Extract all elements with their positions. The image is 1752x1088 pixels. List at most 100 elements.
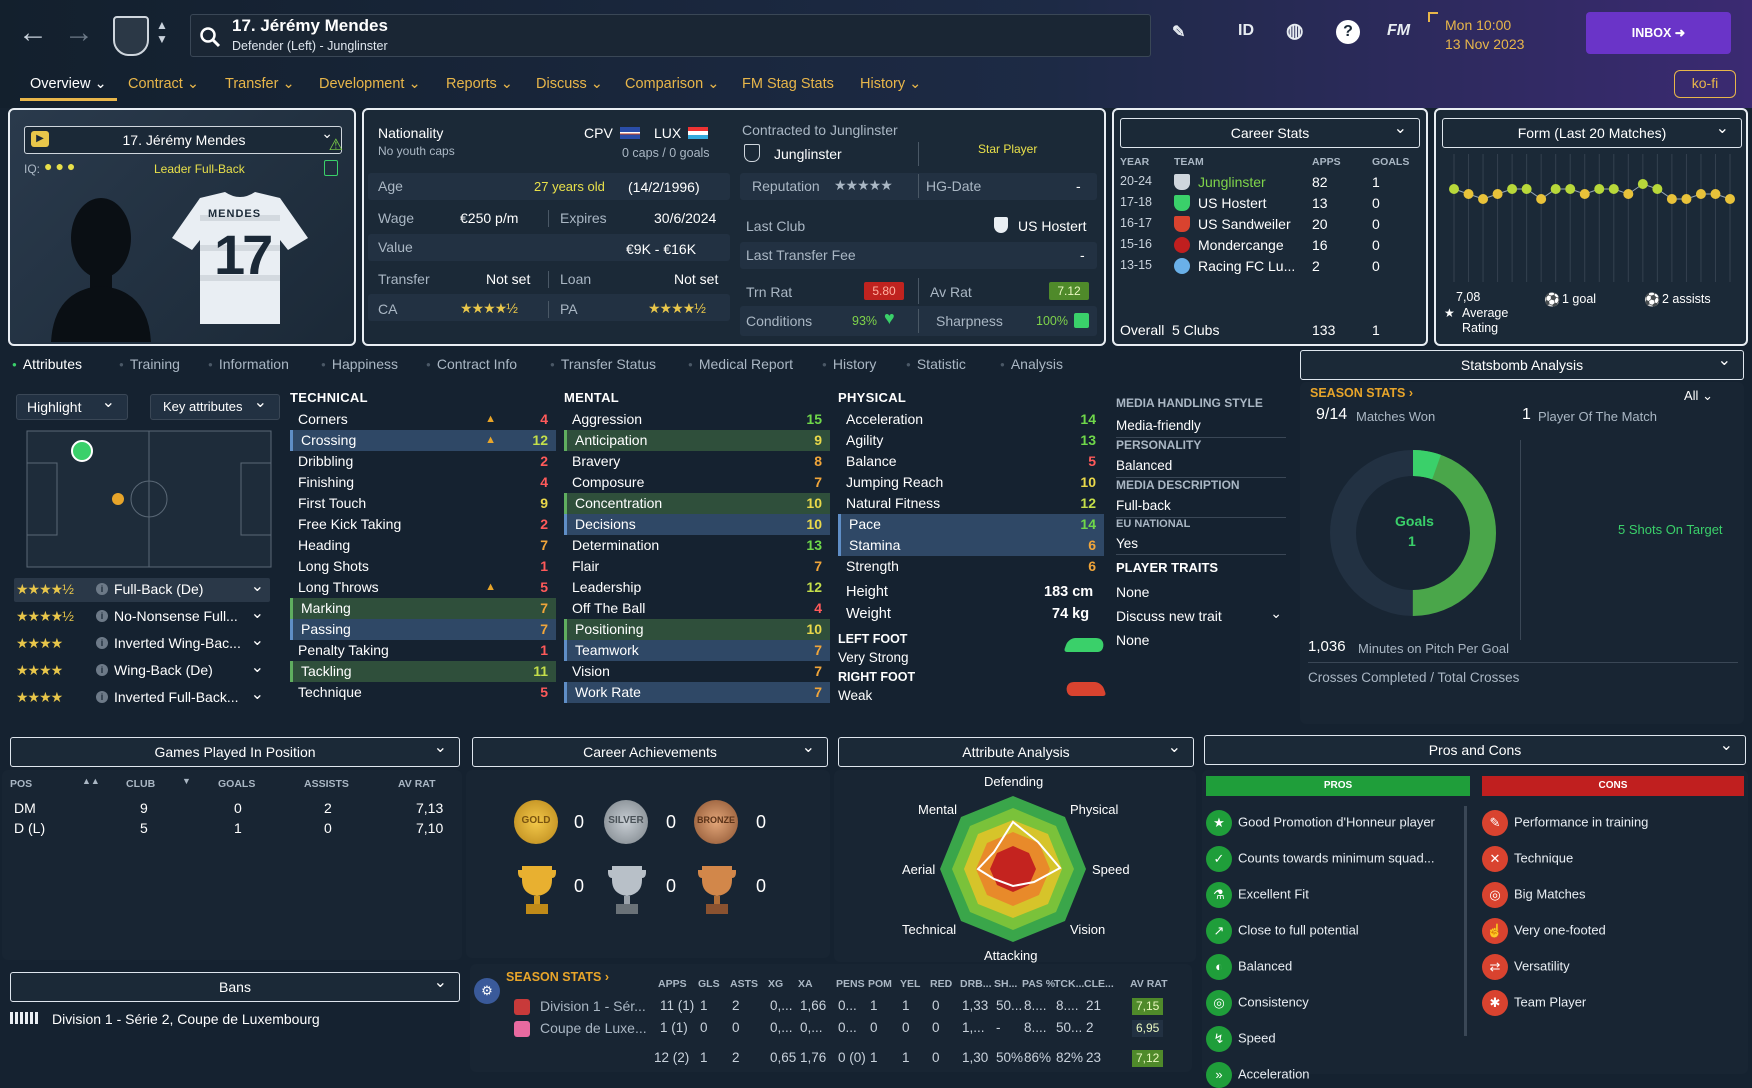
technical-attr-row[interactable]: Passing 7: [290, 619, 556, 640]
form-point[interactable]: [1652, 184, 1663, 194]
form-point[interactable]: [1594, 184, 1605, 194]
highlight-dropdown[interactable]: Highlight: [16, 391, 128, 420]
technical-attr-row[interactable]: Heading 7: [290, 535, 556, 556]
tab-comparison[interactable]: Comparison ⌄: [625, 76, 719, 92]
discuss-trait-dropdown[interactable]: Discuss new trait ⌄: [1116, 605, 1286, 624]
edit-icon[interactable]: ✎: [1172, 22, 1185, 42]
career-stats-dropdown[interactable]: Career Stats: [1120, 115, 1420, 148]
club-crest-icon[interactable]: [113, 16, 149, 56]
globe-icon[interactable]: ◍: [1286, 18, 1303, 43]
physical-attr-row[interactable]: Pace 14: [838, 514, 1104, 535]
role-row[interactable]: ★★★★ i Inverted Wing-Bac... ⌄: [14, 632, 270, 656]
form-point[interactable]: [1695, 189, 1706, 199]
role-row[interactable]: ★★★★½ i Full-Back (De) ⌄: [14, 578, 270, 602]
key-attributes-dropdown[interactable]: Key attributes: [150, 391, 280, 420]
physical-attr-row[interactable]: Jumping Reach 10: [838, 472, 1104, 493]
tab-contract-info[interactable]: Contract Info: [426, 356, 517, 372]
pros-cons-dropdown[interactable]: Pros and Cons: [1204, 732, 1746, 765]
form-point[interactable]: [1710, 189, 1721, 199]
technical-attr-row[interactable]: Crossing ▲ 12: [290, 430, 556, 451]
mental-attr-row[interactable]: Anticipation 9: [564, 430, 830, 451]
career-team[interactable]: Racing FC Lu...: [1198, 258, 1295, 274]
technical-attr-row[interactable]: First Touch 9: [290, 493, 556, 514]
form-point[interactable]: [1478, 194, 1489, 204]
mental-attr-row[interactable]: Leadership 12: [564, 577, 830, 598]
tab-transfer[interactable]: Transfer ⌄: [225, 76, 295, 92]
info-icon[interactable]: i: [96, 637, 108, 649]
scrollbar[interactable]: [1464, 806, 1467, 1036]
tab-reports[interactable]: Reports ⌄: [446, 76, 513, 92]
sort-down-icon[interactable]: ▼: [182, 776, 191, 786]
form-point[interactable]: [1521, 184, 1532, 194]
tab-fm-stag-stats[interactable]: FM Stag Stats: [742, 76, 834, 92]
competition-name[interactable]: Division 1 - Sér...: [540, 998, 646, 1014]
form-point[interactable]: [1550, 184, 1561, 194]
kofi-button[interactable]: ko-fi: [1674, 70, 1736, 98]
physical-attr-row[interactable]: Agility 13: [838, 430, 1104, 451]
physical-attr-row[interactable]: Strength 6: [838, 556, 1104, 577]
form-point[interactable]: [1608, 184, 1619, 194]
club-name[interactable]: Junglinster: [774, 146, 842, 162]
form-point[interactable]: [1681, 194, 1692, 204]
mental-attr-row[interactable]: Teamwork 7: [564, 640, 830, 661]
tab-statistic[interactable]: Statistic: [906, 356, 966, 372]
career-team[interactable]: US Sandweiler: [1198, 216, 1291, 232]
form-point[interactable]: [1579, 189, 1590, 199]
info-icon[interactable]: i: [96, 691, 108, 703]
role-row[interactable]: ★★★★ i Inverted Full-Back... ⌄: [14, 686, 270, 710]
tab-transfer-status[interactable]: Transfer Status: [550, 356, 656, 372]
info-icon[interactable]: i: [96, 583, 108, 595]
physical-attr-row[interactable]: Natural Fitness 12: [838, 493, 1104, 514]
info-icon[interactable]: i: [96, 664, 108, 676]
bans-dropdown[interactable]: Bans: [10, 969, 460, 1002]
technical-attr-row[interactable]: Marking 7: [290, 598, 556, 619]
career-team[interactable]: US Hostert: [1198, 195, 1266, 211]
technical-attr-row[interactable]: Technique 5: [290, 682, 556, 703]
tab-attributes[interactable]: Attributes: [12, 356, 82, 372]
statsbomb-dropdown[interactable]: Statsbomb Analysis: [1300, 347, 1744, 380]
back-arrow-icon[interactable]: ←: [16, 14, 50, 54]
tab-information[interactable]: Information: [208, 356, 289, 372]
fm-icon[interactable]: FM: [1387, 22, 1410, 40]
physical-attr-row[interactable]: Balance 5: [838, 451, 1104, 472]
tab-happiness[interactable]: Happiness: [321, 356, 398, 372]
technical-attr-row[interactable]: Corners ▲ 4: [290, 409, 556, 430]
achievements-dropdown[interactable]: Career Achievements: [472, 734, 828, 767]
form-point[interactable]: [1449, 184, 1459, 194]
career-team[interactable]: Junglinster: [1198, 174, 1266, 190]
id-icon[interactable]: ID: [1238, 22, 1254, 40]
mental-attr-row[interactable]: Aggression 15: [564, 409, 830, 430]
form-point[interactable]: [1536, 194, 1547, 204]
form-point[interactable]: [1623, 189, 1634, 199]
mental-attr-row[interactable]: Concentration 10: [564, 493, 830, 514]
technical-attr-row[interactable]: Long Shots 1: [290, 556, 556, 577]
season-stats-link[interactable]: SEASON STATS ›: [506, 970, 609, 984]
mental-attr-row[interactable]: Off The Ball 4: [564, 598, 830, 619]
form-point[interactable]: [1507, 184, 1518, 194]
form-point[interactable]: [1463, 189, 1474, 199]
form-point[interactable]: [1492, 189, 1503, 199]
help-icon[interactable]: ?: [1336, 20, 1360, 44]
forward-arrow-icon[interactable]: →: [62, 14, 96, 54]
mental-attr-row[interactable]: Determination 13: [564, 535, 830, 556]
tab-medical-report[interactable]: Medical Report: [688, 356, 793, 372]
technical-attr-row[interactable]: Long Throws ▲ 5: [290, 577, 556, 598]
career-team[interactable]: Mondercange: [1198, 237, 1284, 253]
mental-attr-row[interactable]: Bravery 8: [564, 451, 830, 472]
inbox-button[interactable]: INBOX ➜: [1586, 12, 1731, 54]
attribute-analysis-dropdown[interactable]: Attribute Analysis: [838, 734, 1194, 767]
technical-attr-row[interactable]: Dribbling 2: [290, 451, 556, 472]
mental-attr-row[interactable]: Positioning 10: [564, 619, 830, 640]
tab-analysis[interactable]: Analysis: [1000, 356, 1063, 372]
physical-attr-row[interactable]: Acceleration 14: [838, 409, 1104, 430]
tab-discuss[interactable]: Discuss ⌄: [536, 76, 603, 92]
tab-training[interactable]: Training: [119, 356, 180, 372]
role-row[interactable]: ★★★★½ i No-Nonsense Full... ⌄: [14, 605, 270, 629]
tab-contract[interactable]: Contract ⌄: [128, 76, 199, 92]
tab-development[interactable]: Development ⌄: [319, 76, 421, 92]
positions-dropdown[interactable]: Games Played In Position: [10, 734, 460, 767]
mental-attr-row[interactable]: Flair 7: [564, 556, 830, 577]
club-switch-chevrons-icon[interactable]: ▲ ▼: [156, 18, 168, 46]
last-club-value[interactable]: US Hostert: [1018, 218, 1086, 234]
player-select[interactable]: ▶ 17. Jérémy Mendes ⌄ ⚠: [24, 125, 343, 154]
